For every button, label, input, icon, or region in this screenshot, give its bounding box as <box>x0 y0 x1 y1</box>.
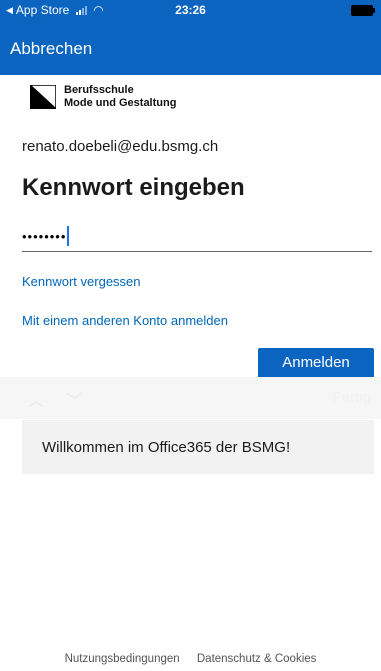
back-triangle-icon: ◀ <box>6 4 13 15</box>
welcome-banner: Willkommen im Office365 der BSMG! <box>22 420 374 474</box>
school-logo: Berufsschule Mode und Gestaltung <box>30 84 176 110</box>
signin-button[interactable]: Anmelden <box>258 348 374 378</box>
signal-icon <box>76 5 88 15</box>
keyboard-accessory-bar: ︿ ﹀ Fertig <box>0 377 381 419</box>
school-name-line1: Berufsschule <box>64 84 134 96</box>
status-back-to-app[interactable]: ◀ App Store ◠ <box>6 3 104 17</box>
top-bar: Abbrechen <box>0 20 381 75</box>
school-name: Berufsschule Mode und Gestaltung <box>64 84 176 110</box>
status-bar: ◀ App Store ◠ 23:26 <box>0 0 381 20</box>
school-logo-icon <box>30 85 56 109</box>
text-caret <box>67 226 70 246</box>
forgot-password-link[interactable]: Kennwort vergessen <box>22 274 141 289</box>
school-name-line2: Mode und Gestaltung <box>64 97 177 109</box>
page-title: Kennwort eingeben <box>22 174 245 201</box>
cancel-button[interactable]: Abbrechen <box>10 39 92 59</box>
battery-icon <box>351 5 375 16</box>
chevron-up-icon[interactable]: ︿ <box>28 387 44 411</box>
status-time: 23:26 <box>175 3 206 17</box>
other-account-link[interactable]: Mit einem anderen Konto anmelden <box>22 313 228 328</box>
chevron-down-icon[interactable]: ﹀ <box>66 387 82 411</box>
account-email: renato.doebeli@edu.bsmg.ch <box>22 138 219 155</box>
done-button[interactable]: Fertig <box>333 389 371 406</box>
footer: Nutzungsbedingungen Datenschutz & Cookie… <box>0 653 381 665</box>
password-field[interactable]: •••••••• <box>22 221 372 252</box>
terms-link[interactable]: Nutzungsbedingungen <box>65 653 180 665</box>
welcome-text: Willkommen im Office365 der BSMG! <box>42 438 291 456</box>
status-back-label: App Store <box>15 3 70 17</box>
privacy-link[interactable]: Datenschutz & Cookies <box>197 653 317 665</box>
password-value: •••••••• <box>22 228 67 244</box>
wifi-icon: ◠ <box>93 3 104 17</box>
